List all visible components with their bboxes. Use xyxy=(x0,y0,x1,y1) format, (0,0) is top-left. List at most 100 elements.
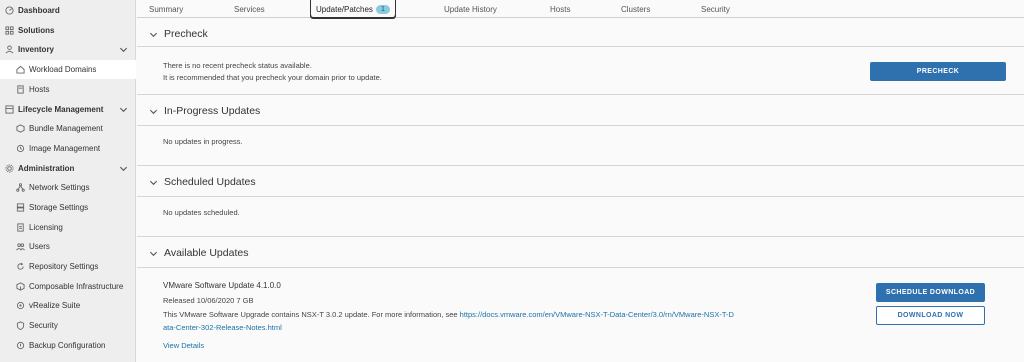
divider xyxy=(137,196,1024,197)
tab-summary[interactable]: Summary xyxy=(149,0,183,18)
nav-hosts[interactable]: Hosts xyxy=(0,80,136,99)
nav-administration[interactable]: Administration xyxy=(0,159,136,178)
precheck-button[interactable]: PRECHECK xyxy=(870,62,1006,81)
bundle-icon xyxy=(16,124,25,133)
scheduled-message: No updates scheduled. xyxy=(163,208,240,217)
nav-security[interactable]: Security xyxy=(0,316,136,335)
precheck-section-header[interactable]: Precheck xyxy=(149,23,1011,45)
update-name: VMware Software Update 4.1.0.0 xyxy=(163,281,281,290)
chevron-down-icon[interactable] xyxy=(119,105,128,114)
tab-hosts[interactable]: Hosts xyxy=(550,0,570,18)
available-section-header[interactable]: Available Updates xyxy=(149,242,1011,264)
nav-inventory[interactable]: Inventory xyxy=(0,40,136,59)
nav-lifecycle-label: Lifecycle Management xyxy=(18,105,104,114)
nav-dashboard[interactable]: Dashboard xyxy=(0,1,136,20)
network-icon xyxy=(16,183,25,192)
nav-network-settings[interactable]: Network Settings xyxy=(0,178,136,197)
update-count-badge: 1 xyxy=(375,5,390,14)
in-progress-message: No updates in progress. xyxy=(163,137,243,146)
nav-repository-settings[interactable]: Repository Settings xyxy=(0,257,136,276)
nav-solutions-label: Solutions xyxy=(18,26,55,35)
tab-update-patches-label: Update/Patches xyxy=(316,5,373,14)
nav-solutions[interactable]: Solutions xyxy=(0,21,136,40)
nav-repository-settings-label: Repository Settings xyxy=(29,262,99,271)
nav-storage-settings-label: Storage Settings xyxy=(29,203,89,212)
chevron-down-icon[interactable] xyxy=(149,249,158,258)
main-content: Summary Services Update/Patches 1 Update… xyxy=(137,0,1024,362)
nav-users-label: Users xyxy=(29,242,50,251)
chevron-down-icon[interactable] xyxy=(149,107,158,116)
in-progress-title: In-Progress Updates xyxy=(164,105,261,117)
tab-bar: Summary Services Update/Patches 1 Update… xyxy=(137,0,1024,19)
nav-lifecycle-management[interactable]: Lifecycle Management xyxy=(0,100,136,119)
tab-update-history[interactable]: Update History xyxy=(444,0,497,18)
divider xyxy=(137,267,1024,268)
schedule-download-button[interactable]: SCHEDULE DOWNLOAD xyxy=(876,283,985,302)
nav-backup-configuration-label: Backup Configuration xyxy=(29,341,106,350)
tab-security[interactable]: Security xyxy=(701,0,730,18)
tab-services[interactable]: Services xyxy=(234,0,265,18)
download-now-button[interactable]: DOWNLOAD NOW xyxy=(876,306,985,325)
nav-users[interactable]: Users xyxy=(0,237,136,256)
chevron-down-icon[interactable] xyxy=(119,45,128,54)
in-progress-section-header[interactable]: In-Progress Updates xyxy=(149,100,1011,122)
divider xyxy=(137,125,1024,126)
refresh-icon xyxy=(16,262,25,271)
nav-storage-settings[interactable]: Storage Settings xyxy=(0,198,136,217)
hosts-icon xyxy=(16,85,25,94)
divider xyxy=(137,94,1024,95)
inventory-icon xyxy=(5,45,14,54)
shield-icon xyxy=(16,321,25,330)
solutions-icon xyxy=(5,26,14,35)
tab-update-patches[interactable]: Update/Patches 1 xyxy=(310,0,396,19)
image-management-icon xyxy=(16,144,25,153)
composable-icon xyxy=(16,282,25,291)
nav-workload-domains[interactable]: Workload Domains xyxy=(0,60,136,79)
tab-clusters[interactable]: Clusters xyxy=(621,0,650,18)
nav-vrealize-suite[interactable]: vRealize Suite xyxy=(0,296,136,315)
precheck-recommendation-text: It is recommended that you precheck your… xyxy=(163,73,382,82)
nav-composable-infrastructure-label: Composable Infrastructure xyxy=(29,282,124,291)
nav-vrealize-suite-label: vRealize Suite xyxy=(29,301,81,310)
nav-security-label: Security xyxy=(29,321,58,330)
nav-bundle-management-label: Bundle Management xyxy=(29,124,103,133)
dashboard-icon xyxy=(5,6,14,15)
update-description: This VMware Software Upgrade contains NS… xyxy=(163,310,734,319)
backup-icon xyxy=(16,341,25,350)
nav-administration-label: Administration xyxy=(18,164,75,173)
sidebar: Dashboard Solutions Inventory Workload D… xyxy=(0,0,136,362)
update-release-info: Released 10/06/2020 7 GB xyxy=(163,296,254,305)
release-notes-link-continued[interactable]: ata-Center-302-Release-Notes.html xyxy=(163,323,282,332)
nav-dashboard-label: Dashboard xyxy=(18,6,60,15)
nav-licensing-label: Licensing xyxy=(29,223,63,232)
license-icon xyxy=(16,223,25,232)
view-details-link[interactable]: View Details xyxy=(163,341,204,350)
nav-image-management-label: Image Management xyxy=(29,144,101,153)
release-notes-link[interactable]: https://docs.vmware.com/en/VMware-NSX-T-… xyxy=(460,310,734,319)
chevron-down-icon[interactable] xyxy=(149,30,158,39)
nav-hosts-label: Hosts xyxy=(29,85,50,94)
nav-backup-configuration[interactable]: Backup Configuration xyxy=(0,336,136,355)
divider xyxy=(137,46,1024,47)
gear-icon xyxy=(5,164,14,173)
vrealize-icon xyxy=(16,301,25,310)
nav-inventory-label: Inventory xyxy=(18,45,55,54)
users-icon xyxy=(16,242,25,251)
nav-licensing[interactable]: Licensing xyxy=(0,218,136,237)
divider xyxy=(137,165,1024,166)
chevron-down-icon[interactable] xyxy=(149,178,158,187)
precheck-title: Precheck xyxy=(164,28,208,40)
precheck-status-text: There is no recent precheck status avail… xyxy=(163,61,312,70)
nav-bundle-management[interactable]: Bundle Management xyxy=(0,119,136,138)
available-title: Available Updates xyxy=(164,247,249,259)
storage-icon xyxy=(16,203,25,212)
chevron-down-icon[interactable] xyxy=(119,164,128,173)
update-description-text: This VMware Software Upgrade contains NS… xyxy=(163,310,460,319)
scheduled-title: Scheduled Updates xyxy=(164,176,256,188)
nav-network-settings-label: Network Settings xyxy=(29,183,90,192)
nav-workload-domains-label: Workload Domains xyxy=(29,65,97,74)
scheduled-section-header[interactable]: Scheduled Updates xyxy=(149,171,1011,193)
nav-image-management[interactable]: Image Management xyxy=(0,139,136,158)
workload-domains-icon xyxy=(16,65,25,74)
nav-composable-infrastructure[interactable]: Composable Infrastructure xyxy=(0,277,136,296)
